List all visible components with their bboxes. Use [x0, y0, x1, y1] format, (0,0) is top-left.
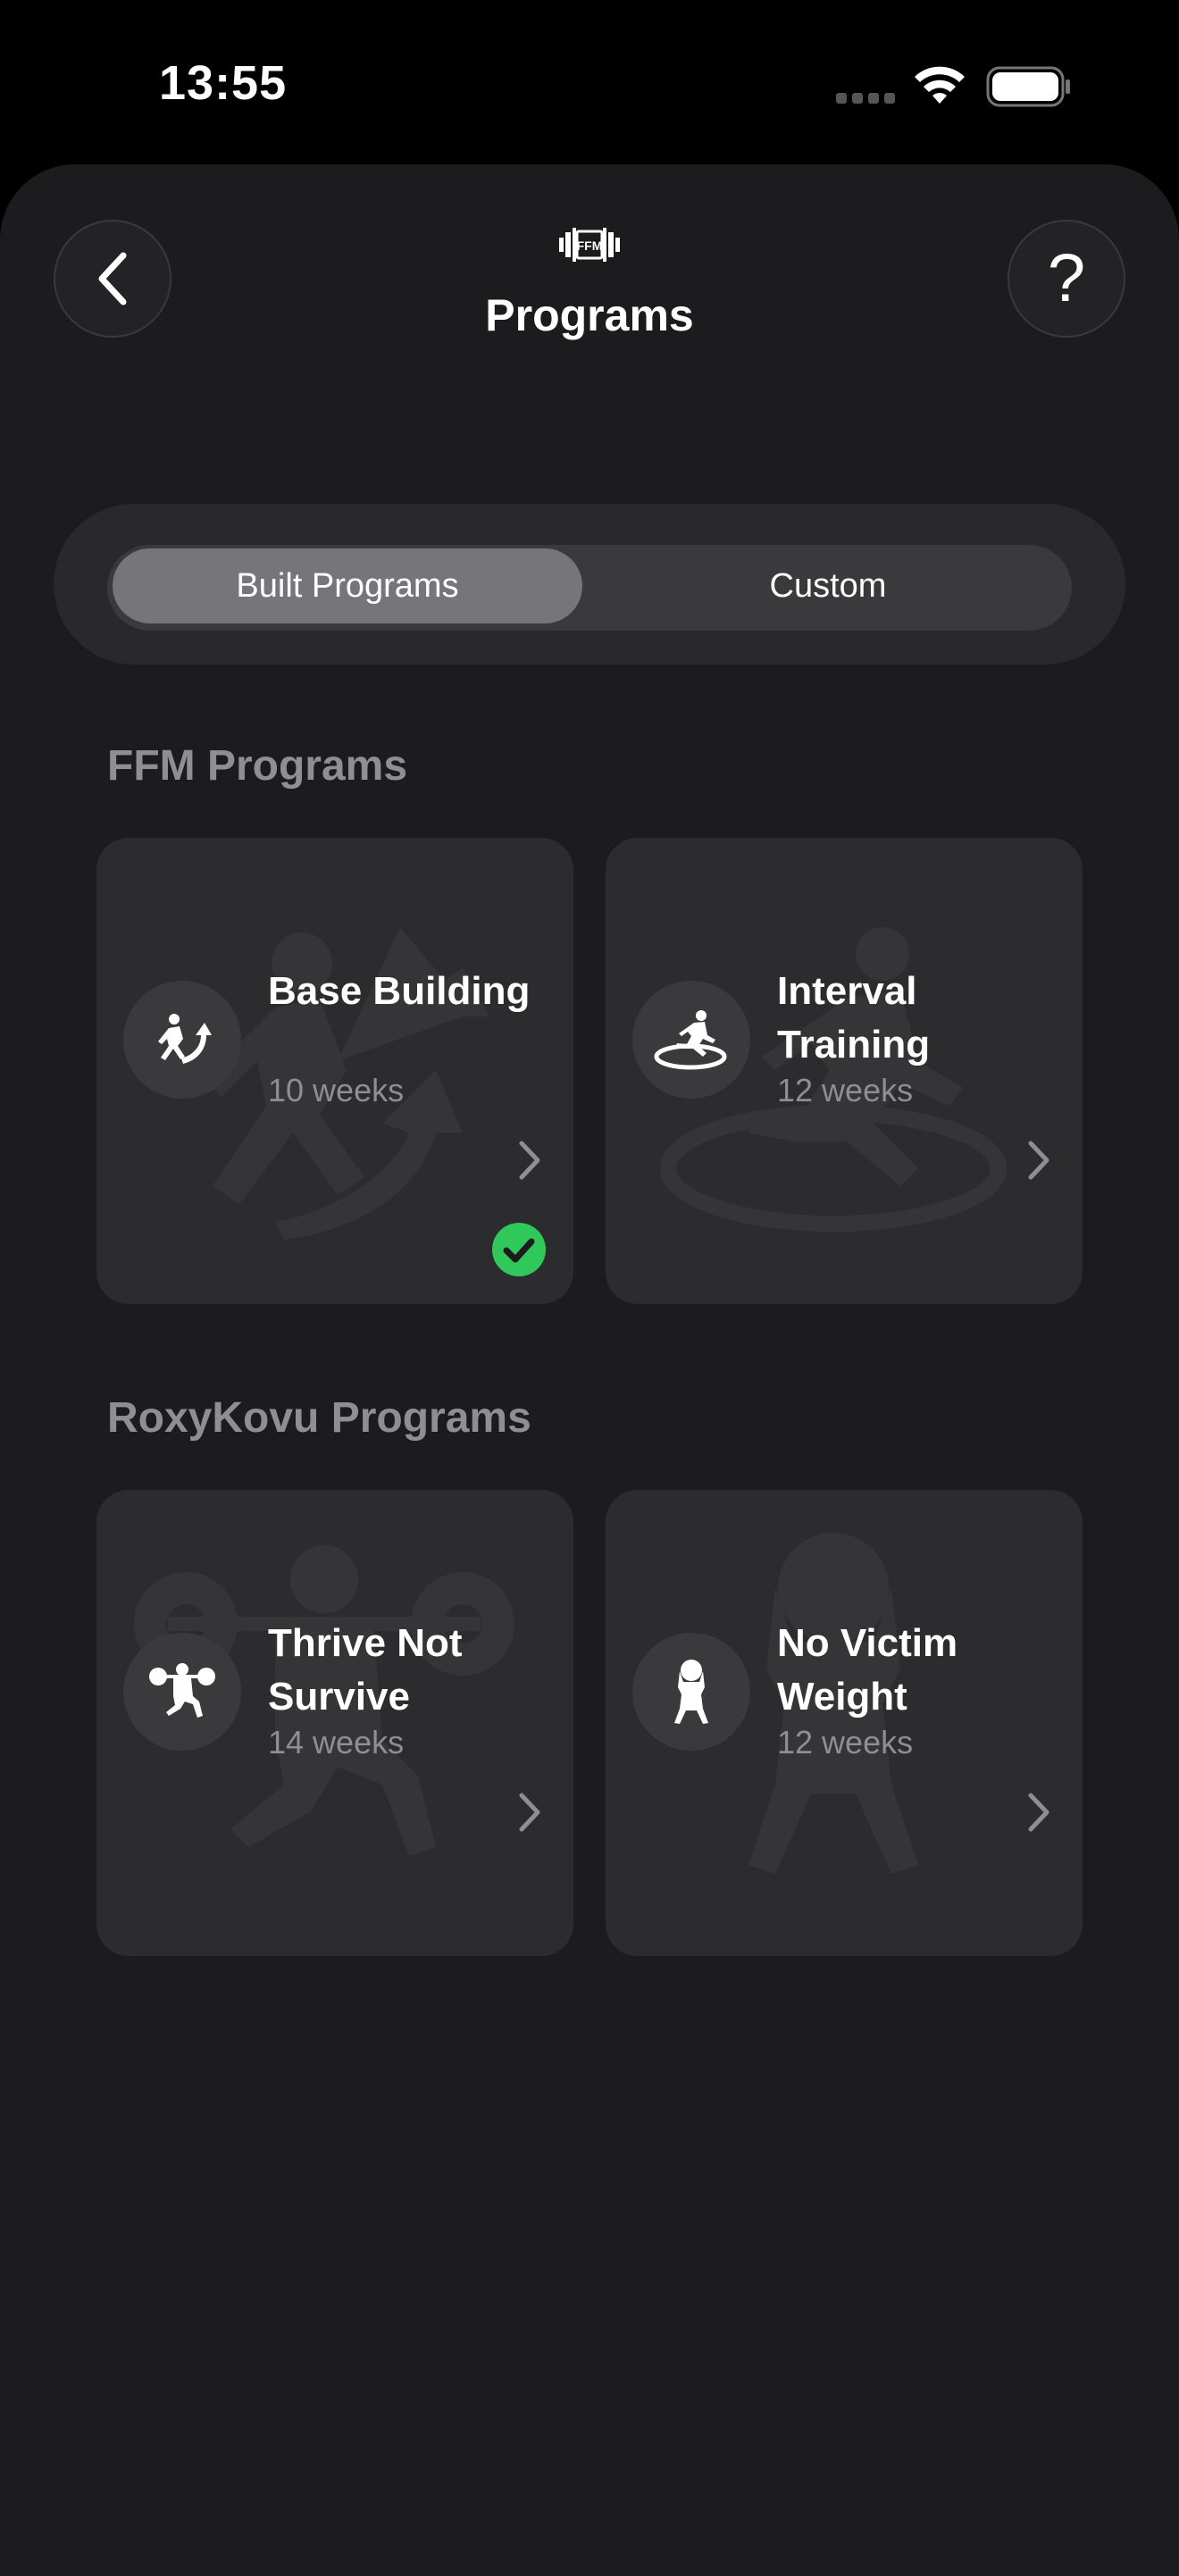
program-card-thrive-not-survive[interactable]: Thrive Not Survive 14 weeks	[96, 1490, 573, 1956]
section-title-ffm: FFM Programs	[107, 742, 408, 790]
page-title: Programs	[485, 290, 694, 340]
status-bar: 13:55	[0, 0, 1179, 161]
program-duration: 12 weeks	[777, 1072, 914, 1108]
runner-arrow-icon	[123, 981, 241, 1099]
program-card-base-building[interactable]: Base Building 10 weeks	[96, 838, 573, 1304]
ffm-barbell-logo-icon: FFM	[559, 228, 620, 262]
chevron-right-icon	[1028, 1141, 1049, 1180]
program-title: No Victim Weight	[777, 1621, 958, 1719]
svg-text:FFM: FFM	[577, 238, 603, 253]
atlas-stone-icon	[632, 1633, 750, 1751]
program-title: Thrive Not Survive	[268, 1621, 463, 1719]
runner-track-icon	[632, 981, 750, 1099]
program-duration: 12 weeks	[777, 1724, 914, 1761]
program-card-interval-training[interactable]: Interval Training 12 weeks	[606, 838, 1083, 1304]
program-duration: 14 weeks	[268, 1724, 405, 1761]
program-duration: 10 weeks	[268, 1072, 405, 1108]
section-title-roxykovu: RoxyKovu Programs	[107, 1394, 531, 1442]
program-card-no-victim-weight[interactable]: No Victim Weight 12 weeks	[606, 1490, 1083, 1956]
program-title: Base Building	[268, 969, 531, 1013]
weightlifter-icon	[123, 1633, 241, 1751]
cellular-signal-icon	[836, 93, 895, 104]
chevron-right-icon	[1028, 1793, 1049, 1832]
program-title: Interval Training	[777, 969, 931, 1066]
battery-icon	[986, 66, 1070, 107]
checkmark-circle-icon	[492, 1223, 546, 1276]
segment-custom[interactable]: Custom	[590, 548, 1066, 623]
help-button[interactable]: ?	[1008, 220, 1125, 338]
segmented-control: Built Programs Custom	[107, 545, 1072, 631]
help-label: ?	[1047, 240, 1086, 316]
programs-sheet: FFM Programs ? Built Programs Custom FFM…	[0, 164, 1179, 2576]
segment-built-programs[interactable]: Built Programs	[113, 548, 582, 623]
chevron-right-icon	[519, 1793, 540, 1832]
wifi-icon	[915, 66, 965, 104]
segmented-control-container: Built Programs Custom	[54, 504, 1125, 665]
status-time: 13:55	[159, 56, 288, 110]
chevron-right-icon	[519, 1141, 540, 1180]
